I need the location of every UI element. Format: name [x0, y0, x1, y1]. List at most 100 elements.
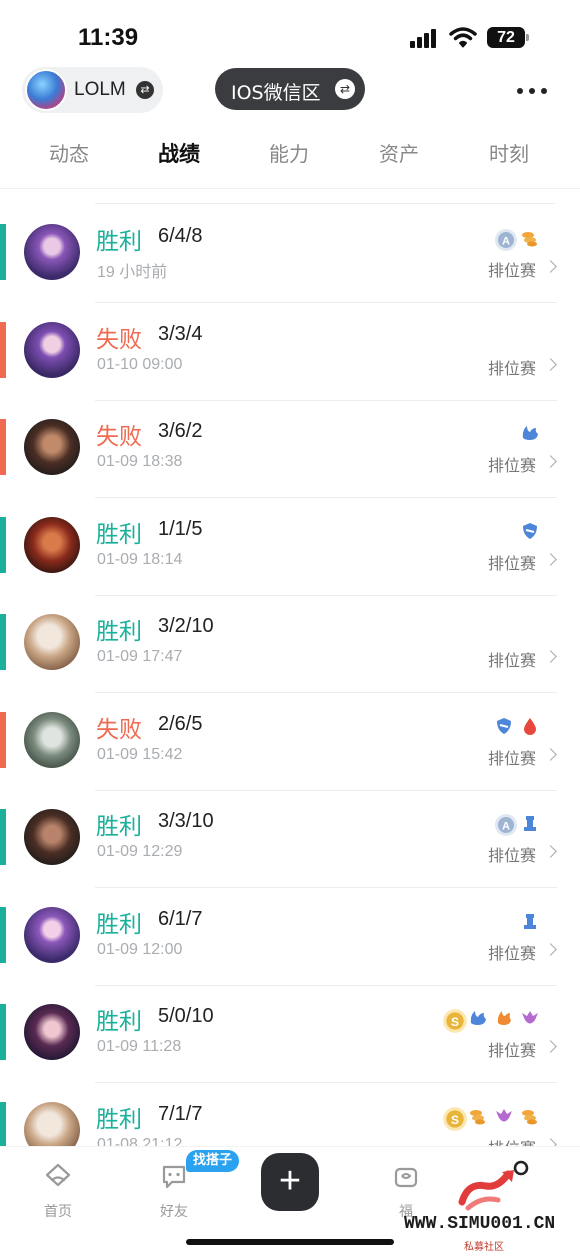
result-indicator-bar [0, 614, 6, 670]
game-name: LOLM [74, 79, 126, 100]
tab-feed[interactable]: 动态 [29, 138, 109, 167]
gift-icon [394, 1167, 418, 1188]
chevron-right-icon [544, 552, 557, 566]
match-kda: 6/4/8 [158, 225, 203, 247]
match-row[interactable]: 胜利 5/0/10 01-09 11:28 排位赛 S [0, 986, 580, 1083]
nav-home[interactable]: 首页 [28, 1161, 88, 1221]
chevron-right-icon [544, 357, 557, 371]
match-result: 胜利 [96, 229, 142, 255]
svg-text:A: A [502, 821, 510, 833]
match-badges [520, 421, 540, 445]
ace-medal-icon: A [494, 228, 517, 251]
divider [0, 188, 580, 189]
match-badges [520, 909, 540, 933]
match-row[interactable]: 失败 3/3/4 01-10 09:00 排位赛 [0, 304, 580, 401]
match-row[interactable]: 胜利 6/4/8 19 小时前 排位赛 A [0, 206, 580, 303]
blood-drop-icon [520, 716, 540, 736]
match-mode: 排位赛 [488, 261, 537, 280]
chevron-right-icon [544, 1040, 557, 1053]
watermark-logo [458, 1170, 514, 1211]
coin-stack-icon [520, 228, 540, 248]
match-time: 19 小时前 [97, 264, 168, 281]
find-partner-badge: 找搭子 [186, 1150, 240, 1172]
battery-icon: 72 [487, 27, 529, 48]
match-result: 胜利 [96, 619, 142, 645]
match-result: 失败 [96, 424, 142, 450]
match-time: 01-09 12:29 [97, 843, 183, 860]
match-mode: 排位赛 [488, 1041, 537, 1060]
match-kda: 5/0/10 [158, 1005, 214, 1027]
match-badges: S [442, 1104, 540, 1131]
chevron-right-icon [544, 942, 557, 956]
svg-text:A: A [502, 236, 510, 248]
champion-avatar [24, 419, 80, 475]
match-row[interactable]: 胜利 6/1/7 01-09 12:00 排位赛 [0, 889, 580, 986]
add-button[interactable]: + [261, 1153, 319, 1211]
result-indicator-bar [0, 224, 6, 280]
nav-welfare[interactable]: 福 [376, 1161, 436, 1221]
match-result: 胜利 [96, 911, 142, 938]
match-time: 01-09 12:00 [97, 940, 183, 958]
match-badges [520, 519, 540, 543]
tab-records[interactable]: 战绩 [139, 138, 219, 168]
divider [95, 203, 555, 204]
dragon-purple-icon [520, 1008, 540, 1028]
champion-avatar [24, 906, 80, 963]
match-kda: 3/3/10 [158, 810, 214, 832]
result-indicator-bar [0, 516, 6, 573]
match-mode: 排位赛 [488, 358, 537, 378]
match-mode: 排位赛 [488, 846, 537, 865]
gold-s-medal-icon: S [442, 1106, 467, 1131]
tab-assets[interactable]: 资产 [359, 138, 439, 167]
shield-blue-icon [520, 521, 540, 541]
champion-avatar [24, 321, 80, 378]
match-result: 失败 [96, 716, 142, 743]
gold-s-medal-icon: S [442, 1008, 467, 1033]
region-name: IOS微信区 [231, 82, 321, 104]
tab-moments[interactable]: 时刻 [469, 138, 549, 167]
match-row[interactable]: 胜利 3/3/10 01-09 12:29 排位赛 A [0, 791, 580, 888]
match-kda: 6/1/7 [158, 907, 203, 930]
chevron-right-icon [544, 845, 557, 858]
wifi-icon [449, 27, 477, 48]
tab-ability[interactable]: 能力 [249, 138, 329, 167]
match-row[interactable]: 胜利 7/1/7 01-08 21:12 排位赛 S [0, 1084, 580, 1147]
tower-blue-icon [520, 911, 540, 931]
match-kda: 3/2/10 [158, 615, 214, 637]
match-list[interactable]: 胜利 6/4/8 19 小时前 排位赛 A 失败 3/3/4 01-10 09:00 排位赛 失败… [0, 206, 580, 1146]
chevron-right-icon [544, 260, 557, 273]
game-switcher[interactable]: LOLM ⇄ [22, 67, 163, 113]
champion-avatar [24, 809, 80, 865]
match-mode: 排位赛 [488, 553, 537, 573]
match-badges [494, 714, 540, 738]
match-row[interactable]: 胜利 3/2/10 01-09 17:47 排位赛 [0, 596, 580, 693]
match-time: 01-09 17:47 [97, 648, 183, 665]
result-indicator-bar [0, 809, 6, 865]
svg-text:S: S [451, 1112, 459, 1126]
champion-avatar [24, 1101, 80, 1146]
match-row[interactable]: 失败 2/6/5 01-09 15:42 排位赛 [0, 694, 580, 791]
match-row[interactable]: 失败 3/6/2 01-09 18:38 排位赛 [0, 401, 580, 498]
match-result: 胜利 [96, 1106, 142, 1133]
match-row[interactable]: 胜利 1/1/5 01-09 18:14 排位赛 [0, 499, 580, 596]
chevron-right-icon [544, 650, 557, 663]
result-indicator-bar [0, 1004, 6, 1060]
home-indicator [186, 1239, 394, 1245]
nav-friends-label: 好友 [160, 1204, 188, 1220]
match-kda: 2/6/5 [158, 712, 203, 735]
flame-blue-icon [468, 1008, 488, 1028]
status-time: 11:39 [78, 24, 139, 51]
match-kda: 7/1/7 [158, 1102, 203, 1125]
more-menu-icon[interactable] [517, 88, 547, 96]
flame-orange-icon [494, 1008, 514, 1028]
result-indicator-bar [0, 321, 6, 378]
coin-stack-icon [468, 1106, 488, 1126]
region-switcher[interactable]: IOS微信区 ⇄ [215, 68, 365, 110]
champion-avatar [24, 1004, 80, 1060]
match-time: 01-09 15:42 [97, 745, 183, 763]
match-time: 01-08 21:12 [97, 1135, 183, 1147]
match-mode: 排位赛 [488, 456, 537, 475]
match-result: 胜利 [96, 521, 142, 548]
dragon-purple-icon [494, 1106, 514, 1126]
ace-medal-icon: A [494, 813, 517, 836]
